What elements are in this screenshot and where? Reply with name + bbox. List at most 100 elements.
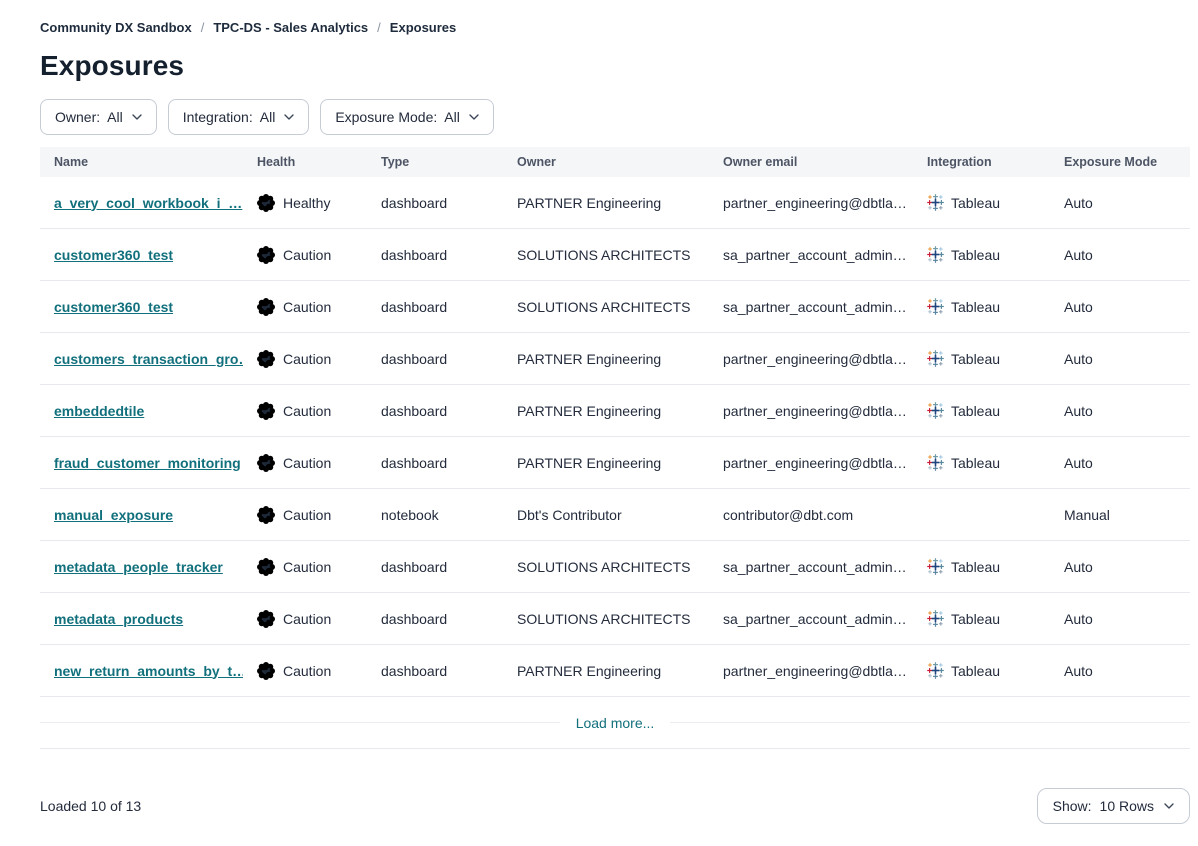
tableau-icon xyxy=(927,194,944,211)
integration-cell: Tableau xyxy=(913,350,1050,367)
health-label: Healthy xyxy=(283,195,330,211)
type-cell: dashboard xyxy=(367,455,503,471)
exposure-name-link[interactable]: manual_exposure xyxy=(54,507,173,523)
tableau-icon xyxy=(927,454,944,471)
exposure-mode-cell: Auto xyxy=(1050,611,1190,627)
owner-cell: SOLUTIONS ARCHITECTS xyxy=(503,611,709,627)
exposure-name-link[interactable]: metadata_products xyxy=(54,611,183,627)
integration-label: Tableau xyxy=(951,247,1000,263)
tableau-icon xyxy=(927,610,944,627)
column-header-owner-email: Owner email xyxy=(709,155,913,169)
footer-bar: Loaded 10 of 13 Show: 10 Rows xyxy=(40,788,1190,824)
divider xyxy=(670,722,1190,723)
show-rows-button[interactable]: Show: 10 Rows xyxy=(1037,788,1190,824)
breadcrumb-separator: / xyxy=(201,20,205,35)
exposure-name-link[interactable]: metadata_people_tracker xyxy=(54,559,223,575)
health-label: Caution xyxy=(283,299,331,315)
exposure-mode-cell: Manual xyxy=(1050,507,1190,523)
load-more-row: Load more... xyxy=(40,697,1190,749)
exposure-mode-cell: Auto xyxy=(1050,455,1190,471)
breadcrumb-current: Exposures xyxy=(390,20,456,35)
exposure-mode-filter-label: Exposure Mode: xyxy=(335,109,437,125)
owner-cell: SOLUTIONS ARCHITECTS xyxy=(503,247,709,263)
tableau-icon xyxy=(927,558,944,575)
column-header-owner: Owner xyxy=(503,155,709,169)
exposure-name-link[interactable]: a_very_cool_workbook_i_… xyxy=(54,195,242,211)
health-seal-icon xyxy=(257,350,275,368)
exposures-table: Name Health Type Owner Owner email Integ… xyxy=(40,147,1190,749)
exposure-mode-filter-value: All xyxy=(444,109,460,125)
integration-cell: Tableau xyxy=(913,194,1050,211)
health-label: Caution xyxy=(283,559,331,575)
table-row: metadata_products Caution dashboard SOLU… xyxy=(40,593,1190,645)
breadcrumb-environment[interactable]: TPC-DS - Sales Analytics xyxy=(213,20,368,35)
health-seal-icon xyxy=(257,402,275,420)
integration-filter-button[interactable]: Integration: All xyxy=(168,99,310,135)
breadcrumb-project[interactable]: Community DX Sandbox xyxy=(40,20,192,35)
health-seal-icon xyxy=(257,298,275,316)
tableau-icon xyxy=(927,350,944,367)
health-seal-icon xyxy=(257,454,275,472)
integration-cell: Tableau xyxy=(913,298,1050,315)
owner-cell: SOLUTIONS ARCHITECTS xyxy=(503,559,709,575)
table-row: embeddedtile Caution dashboard PARTNER E… xyxy=(40,385,1190,437)
exposure-mode-cell: Auto xyxy=(1050,403,1190,419)
exposure-name-link[interactable]: customer360_test xyxy=(54,247,173,263)
health-seal-icon xyxy=(257,662,275,680)
owner-cell: PARTNER Engineering xyxy=(503,455,709,471)
exposure-name-link[interactable]: embeddedtile xyxy=(54,403,144,419)
health-label: Caution xyxy=(283,403,331,419)
integration-label: Tableau xyxy=(951,611,1000,627)
type-cell: dashboard xyxy=(367,351,503,367)
exposure-name-link[interactable]: customer360_test xyxy=(54,299,173,315)
owner-filter-button[interactable]: Owner: All xyxy=(40,99,157,135)
owner-email-cell: sa_partner_account_admin… xyxy=(709,559,913,575)
owner-cell: SOLUTIONS ARCHITECTS xyxy=(503,299,709,315)
health-label: Caution xyxy=(283,247,331,263)
health-seal-icon xyxy=(257,610,275,628)
owner-email-cell: sa_partner_account_admin… xyxy=(709,299,913,315)
exposure-mode-filter-button[interactable]: Exposure Mode: All xyxy=(320,99,494,135)
chevron-down-icon xyxy=(284,114,294,120)
owner-email-cell: sa_partner_account_admin… xyxy=(709,611,913,627)
page-title: Exposures xyxy=(40,49,1190,83)
integration-cell: Tableau xyxy=(913,610,1050,627)
integration-filter-label: Integration: xyxy=(183,109,253,125)
health-seal-icon xyxy=(257,246,275,264)
owner-email-cell: sa_partner_account_admin… xyxy=(709,247,913,263)
table-row: customer360_test Caution dashboard SOLUT… xyxy=(40,229,1190,281)
table-row: a_very_cool_workbook_i_… Healthy dashboa… xyxy=(40,177,1190,229)
type-cell: dashboard xyxy=(367,299,503,315)
exposure-mode-cell: Auto xyxy=(1050,195,1190,211)
owner-cell: PARTNER Engineering xyxy=(503,351,709,367)
filter-bar: Owner: All Integration: All Exposure Mod… xyxy=(40,99,1190,135)
breadcrumb: Community DX Sandbox / TPC-DS - Sales An… xyxy=(40,18,1190,36)
owner-email-cell: contributor@dbt.com xyxy=(709,507,913,523)
owner-cell: PARTNER Engineering xyxy=(503,403,709,419)
breadcrumb-separator: / xyxy=(377,20,381,35)
health-seal-icon xyxy=(257,558,275,576)
tableau-icon xyxy=(927,662,944,679)
exposure-mode-cell: Auto xyxy=(1050,559,1190,575)
chevron-down-icon xyxy=(132,114,142,120)
integration-cell: Tableau xyxy=(913,558,1050,575)
tableau-icon xyxy=(927,246,944,263)
exposures-table-body: a_very_cool_workbook_i_… Healthy dashboa… xyxy=(40,177,1190,697)
owner-cell: PARTNER Engineering xyxy=(503,663,709,679)
health-label: Caution xyxy=(283,507,331,523)
table-row: new_return_amounts_by_t… Caution dashboa… xyxy=(40,645,1190,697)
column-header-health: Health xyxy=(243,155,367,169)
column-header-integration: Integration xyxy=(913,155,1050,169)
show-rows-label: Show: xyxy=(1053,798,1092,814)
exposure-mode-cell: Auto xyxy=(1050,299,1190,315)
exposure-name-link[interactable]: fraud_customer_monitoring xyxy=(54,455,241,471)
owner-email-cell: partner_engineering@dbtla… xyxy=(709,351,913,367)
health-label: Caution xyxy=(283,663,331,679)
exposure-mode-cell: Auto xyxy=(1050,663,1190,679)
exposure-name-link[interactable]: new_return_amounts_by_t… xyxy=(54,663,243,679)
owner-cell: PARTNER Engineering xyxy=(503,195,709,211)
integration-label: Tableau xyxy=(951,559,1000,575)
type-cell: notebook xyxy=(367,507,503,523)
exposure-name-link[interactable]: customers_transaction_gro… xyxy=(54,351,243,367)
load-more-link[interactable]: Load more... xyxy=(560,715,671,731)
